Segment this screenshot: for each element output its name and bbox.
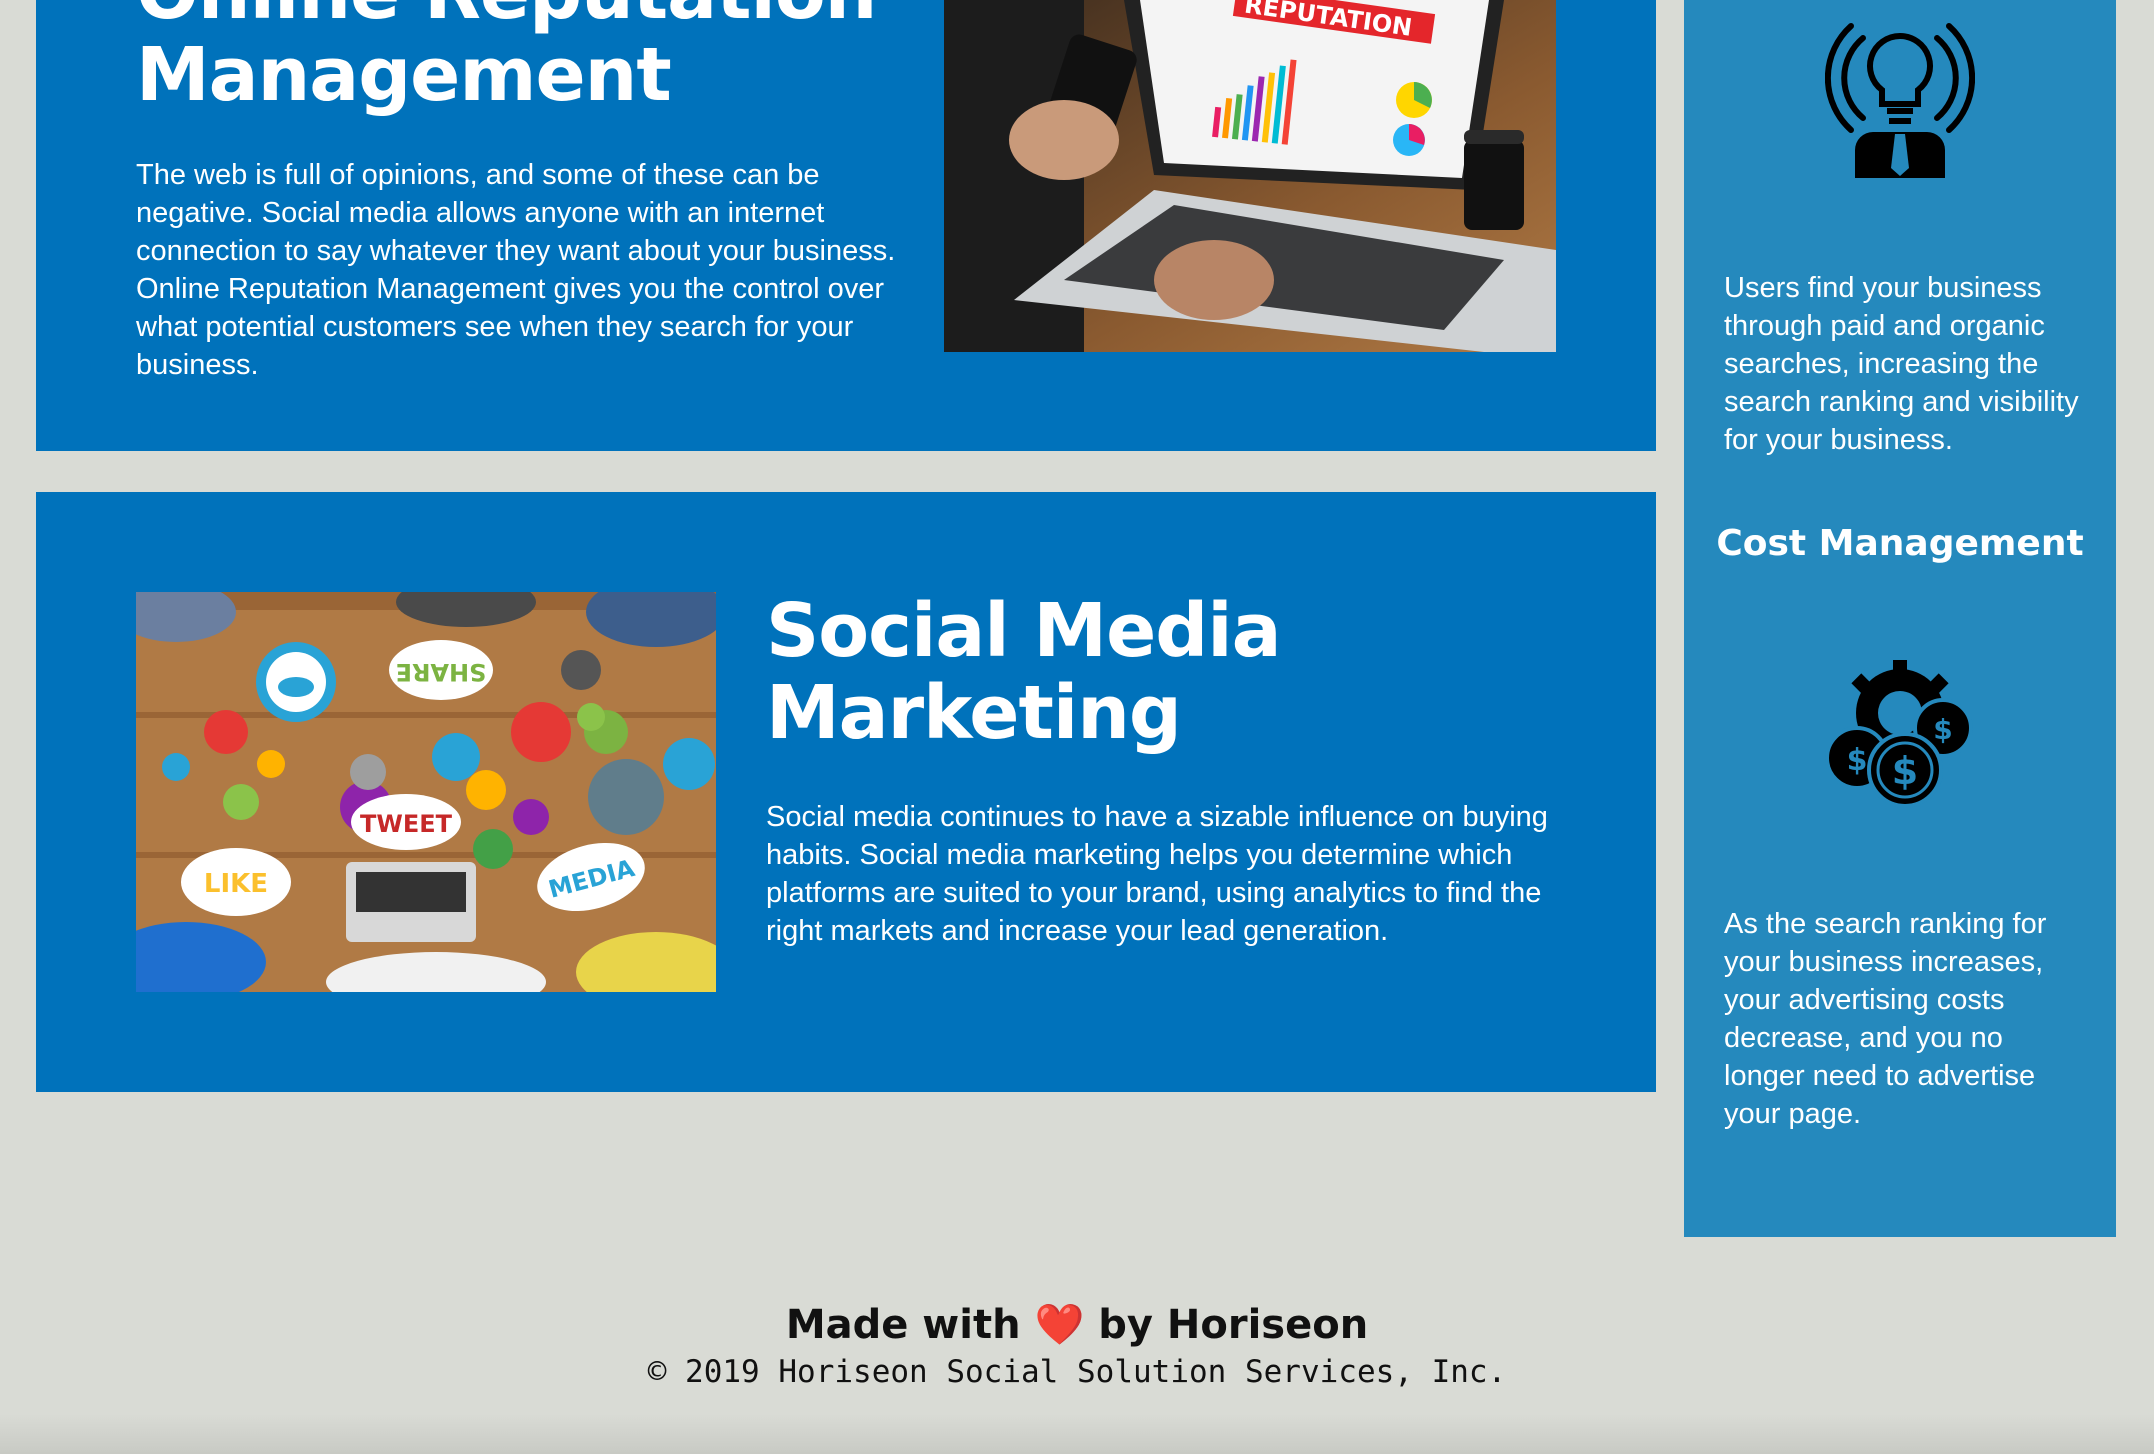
reputation-image: REPUTATION xyxy=(944,0,1556,352)
reputation-card: Online Reputation Management The web is … xyxy=(36,0,1656,451)
social-image-share-word: SHARE xyxy=(396,658,487,686)
seo-text: Users find your business through paid an… xyxy=(1724,272,2079,456)
page-footer: Made with ❤️ by Horiseon © 2019 Horiseon… xyxy=(0,1300,2154,1394)
footer-copyright: © 2019 Horiseon Social Solution Services… xyxy=(647,1354,1507,1390)
heart-icon: ❤️ xyxy=(1034,1302,1085,1348)
reputation-title: Online Reputation Management xyxy=(136,0,877,118)
social-image-like-word: LIKE xyxy=(204,869,268,899)
cost-management-title: Cost Management xyxy=(1716,523,2084,564)
footer-made-with: Made with ❤️ by Horiseon xyxy=(0,1300,2154,1350)
social-media-text: Social media continues to have a sizable… xyxy=(766,801,1548,947)
cost-coins-gear-icon: $ $ $ xyxy=(1825,658,1975,808)
social-media-image: SHARE TWEET LIKE MEDIA xyxy=(136,592,716,992)
reputation-text: The web is full of opinions, and some of… xyxy=(136,159,896,381)
footer-made-suffix: by Horiseon xyxy=(1098,1302,1369,1348)
social-image-tweet-word: TWEET xyxy=(360,810,453,838)
svg-text:$: $ xyxy=(1933,713,1952,746)
svg-text:$: $ xyxy=(1892,749,1918,793)
benefits-sidebar: Users find your business through paid an… xyxy=(1684,0,2116,1237)
window-bottom-edge xyxy=(0,1414,2154,1454)
social-media-title: Social Media Marketing xyxy=(766,588,1282,756)
social-media-card: SHARE TWEET LIKE MEDIA Social Media Mark… xyxy=(36,492,1656,1092)
footer-made-prefix: Made with xyxy=(785,1302,1021,1348)
lightbulb-person-icon xyxy=(1824,18,1976,178)
svg-text:$: $ xyxy=(1847,743,1868,778)
cost-management-text: As the search ranking for your business … xyxy=(1724,908,2047,1130)
